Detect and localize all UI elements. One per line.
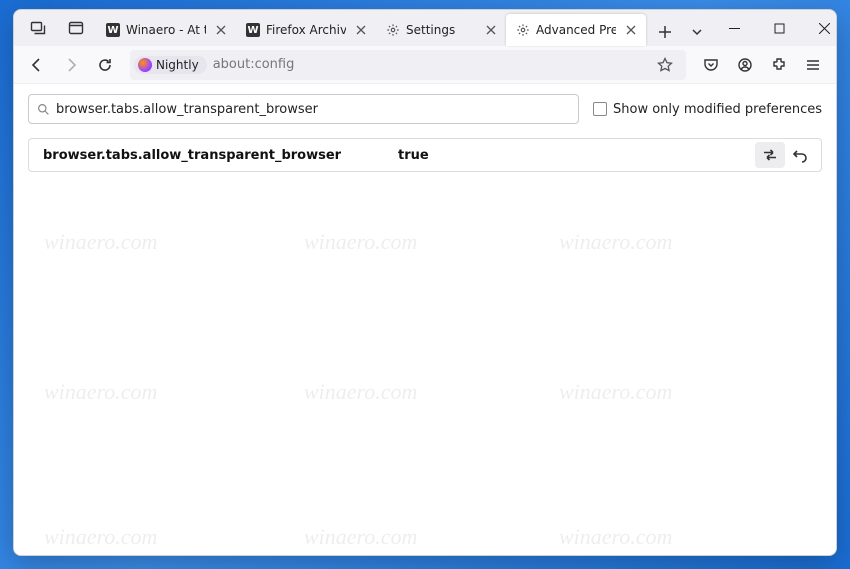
pref-search-box[interactable]: [28, 94, 579, 124]
checkbox-icon: [593, 102, 607, 116]
nav-toolbar: Nightly about:config: [14, 46, 836, 84]
close-icon[interactable]: [352, 21, 370, 39]
favicon-w-icon: W: [246, 23, 260, 37]
forward-button[interactable]: [56, 50, 86, 80]
tab-label: Firefox Archives - Winae: [266, 23, 346, 37]
tab-winaero[interactable]: W Winaero - At the edge o: [96, 14, 236, 46]
tab-label: Settings: [406, 23, 476, 37]
pocket-icon[interactable]: [696, 50, 726, 80]
tab-strip: W Winaero - At the edge o W Firefox Arch…: [96, 10, 712, 46]
list-all-tabs-button[interactable]: [682, 17, 712, 47]
app-menu-icon[interactable]: [798, 50, 828, 80]
watermark: winaero.com: [44, 524, 157, 550]
gear-icon: [516, 23, 530, 37]
browser-window: W Winaero - At the edge o W Firefox Arch…: [13, 9, 837, 556]
watermark: winaero.com: [304, 379, 417, 405]
watermark: winaero.com: [559, 524, 672, 550]
close-icon[interactable]: [482, 21, 500, 39]
nightly-badge: Nightly: [134, 56, 207, 74]
watermark: winaero.com: [559, 379, 672, 405]
pref-row: browser.tabs.allow_transparent_browser t…: [28, 138, 822, 172]
new-tab-button[interactable]: [650, 17, 680, 47]
window-controls: [712, 10, 837, 46]
pref-search-input[interactable]: [56, 102, 570, 117]
tab-label: Advanced Preferences: [536, 23, 616, 37]
toggle-icon: [762, 147, 778, 163]
url-text: about:config: [213, 57, 295, 72]
firefox-view-icon[interactable]: [62, 14, 90, 42]
watermark: winaero.com: [304, 229, 417, 255]
titlebar: W Winaero - At the edge o W Firefox Arch…: [14, 10, 836, 46]
watermark: winaero.com: [304, 524, 417, 550]
tab-label: Winaero - At the edge o: [126, 23, 206, 37]
show-only-modified-checkbox[interactable]: Show only modified preferences: [593, 102, 822, 117]
toggle-button[interactable]: [755, 142, 785, 168]
url-bar[interactable]: Nightly about:config: [130, 50, 686, 80]
watermark: winaero.com: [559, 229, 672, 255]
close-window-button[interactable]: [802, 10, 837, 46]
back-button[interactable]: [22, 50, 52, 80]
pref-name: browser.tabs.allow_transparent_browser: [43, 148, 398, 163]
nightly-label: Nightly: [156, 58, 199, 72]
gear-icon: [386, 23, 400, 37]
account-icon[interactable]: [730, 50, 760, 80]
nightly-icon: [138, 58, 152, 72]
search-icon: [37, 103, 50, 116]
extensions-icon[interactable]: [764, 50, 794, 80]
page-content: Show only modified preferences browser.t…: [14, 84, 836, 555]
watermark: winaero.com: [44, 229, 157, 255]
favicon-w-icon: W: [106, 23, 120, 37]
minimize-button[interactable]: [712, 10, 757, 46]
reset-button[interactable]: [785, 142, 815, 168]
tab-firefox-archives[interactable]: W Firefox Archives - Winae: [236, 14, 376, 46]
pref-value: true: [398, 148, 755, 163]
bookmark-star-icon[interactable]: [650, 50, 680, 80]
undo-icon: [792, 147, 808, 163]
tab-settings[interactable]: Settings: [376, 14, 506, 46]
recent-browsing-icon[interactable]: [24, 14, 52, 42]
tab-advanced-preferences[interactable]: Advanced Preferences: [506, 14, 646, 46]
reload-button[interactable]: [90, 50, 120, 80]
show-only-modified-label: Show only modified preferences: [613, 102, 822, 117]
maximize-button[interactable]: [757, 10, 802, 46]
close-icon[interactable]: [622, 21, 640, 39]
close-icon[interactable]: [212, 21, 230, 39]
watermark: winaero.com: [44, 379, 157, 405]
